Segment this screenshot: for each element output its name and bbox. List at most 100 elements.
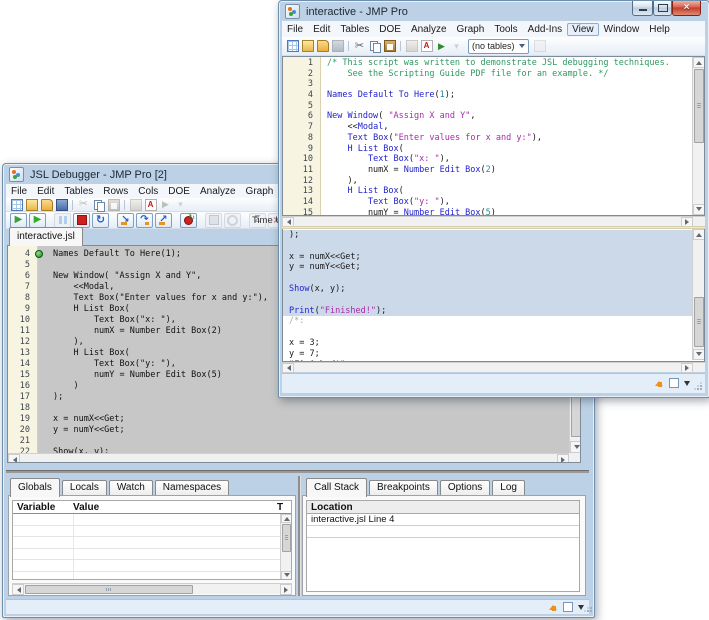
code-line: 4Names Default To Here(1);: [283, 90, 692, 101]
new-data-table-icon[interactable]: [287, 40, 299, 52]
chevron-down-icon: [519, 44, 525, 51]
status-dropdown-icon[interactable]: [684, 381, 690, 389]
line-number: 11: [283, 165, 320, 176]
scroll-to-top-icon[interactable]: [654, 377, 665, 388]
code-line: 1/* This script was written to demonstra…: [283, 58, 692, 69]
pdf-icon[interactable]: [421, 40, 433, 52]
log-line: [283, 273, 692, 284]
line-number: 13: [283, 186, 320, 197]
code-line: 9 H List Box(: [283, 144, 692, 155]
menu-window[interactable]: Window: [599, 23, 645, 36]
code-line: 6New Window( "Assign X and Y",: [283, 111, 692, 122]
log-line: );: [283, 230, 692, 241]
menu-help[interactable]: Help: [644, 23, 675, 36]
editor-hscrollbar[interactable]: [282, 216, 705, 226]
line-number: 1: [283, 58, 320, 69]
menu-tools[interactable]: Tools: [489, 23, 522, 36]
line-number: 9: [283, 144, 320, 155]
code-line: 13 H List Box(: [283, 186, 692, 197]
log-line: [283, 295, 692, 306]
line-number: 2: [283, 69, 320, 80]
copy-icon[interactable]: [369, 40, 381, 52]
window-controls: ×: [632, 1, 701, 16]
line-number: 10: [283, 154, 320, 165]
minimize-button[interactable]: [632, 1, 653, 16]
menu-file[interactable]: File: [282, 23, 308, 36]
paste-icon[interactable]: [384, 40, 396, 52]
menu-graph[interactable]: Graph: [452, 23, 490, 36]
tables-dropdown[interactable]: (no tables): [468, 39, 529, 54]
scroll-up-button[interactable]: [693, 229, 705, 240]
scroll-left-button[interactable]: [282, 363, 294, 373]
log-line: x = 3;: [283, 338, 692, 349]
save-icon[interactable]: [332, 40, 344, 52]
maximize-button[interactable]: [653, 1, 672, 16]
toolbar-separator: [400, 41, 401, 51]
menu-analyze[interactable]: Analyze: [406, 23, 452, 36]
code-line: 15 numY = Number Edit Box(5): [283, 208, 692, 216]
log-hscrollbar[interactable]: [282, 362, 705, 372]
log-line: Print("Finished!");: [283, 306, 692, 317]
menu-doe[interactable]: DOE: [374, 23, 406, 36]
log-line: y = 7;: [283, 349, 692, 360]
scroll-up-button[interactable]: [693, 57, 705, 68]
main-titlebar[interactable]: interactive - JMP Pro: [285, 4, 408, 19]
toolbar-separator: [348, 41, 349, 51]
menu-add-ins[interactable]: Add-Ins: [523, 23, 567, 36]
open-icon[interactable]: [317, 40, 329, 52]
cut-icon[interactable]: [354, 40, 366, 52]
log-line: [283, 327, 692, 338]
main-menubar: FileEditTablesDOEAnalyzeGraphToolsAdd-In…: [282, 21, 705, 38]
menu-view[interactable]: View: [567, 23, 599, 36]
jmp-app-icon: [285, 4, 300, 19]
editor-code-lines: 1/* This script was written to demonstra…: [283, 58, 692, 216]
scroll-down-button[interactable]: [693, 204, 705, 215]
line-number: 5: [283, 101, 320, 112]
code-line: 7 <<Modal,: [283, 122, 692, 133]
log-lines: ); x = numX<<Get;y = numY<<Get; Show(x, y)…: [283, 230, 692, 362]
log-vscrollbar[interactable]: [692, 229, 704, 360]
code-line: 11 numX = Number Edit Box(2): [283, 165, 692, 176]
code-line: 3: [283, 79, 692, 90]
log-line: y = numY<<Get;: [283, 262, 692, 273]
minimize-icon: [639, 9, 647, 11]
menu-tables[interactable]: Tables: [335, 23, 374, 36]
main-toolbar: (no tables): [282, 37, 705, 56]
editor-vscrollbar[interactable]: [692, 57, 704, 215]
log-line: /*:: [283, 316, 692, 327]
desktop: JSL Debugger - JMP Pro [2] FileEditTable…: [0, 0, 709, 620]
menu-edit[interactable]: Edit: [308, 23, 335, 36]
maximize-icon: [658, 4, 668, 12]
line-number: 14: [283, 197, 320, 208]
scroll-thumb[interactable]: [694, 69, 704, 143]
line-number: 15: [283, 208, 320, 216]
scroll-down-button[interactable]: [693, 349, 705, 360]
window-list-icon[interactable]: [534, 40, 546, 52]
script-editor-pane[interactable]: 1/* This script was written to demonstra…: [282, 56, 705, 216]
toolbar-chevron-icon[interactable]: [451, 40, 463, 52]
log-line: x = numX<<Get;: [283, 252, 692, 263]
line-number: 3: [283, 79, 320, 90]
line-number: 4: [283, 90, 320, 101]
code-line: 8 Text Box("Enter values for x and y:"),: [283, 133, 692, 144]
log-line: [283, 241, 692, 252]
line-number: 7: [283, 122, 320, 133]
status-checkbox[interactable]: [669, 378, 679, 388]
main-window-title: interactive - JMP Pro: [306, 6, 408, 18]
log-line: Show(x, y);: [283, 284, 692, 295]
close-icon: ×: [684, 3, 690, 13]
run-script-icon[interactable]: [436, 40, 448, 52]
code-line: 5: [283, 101, 692, 112]
new-journal-icon[interactable]: [302, 40, 314, 52]
resize-grip[interactable]: [694, 382, 702, 390]
code-line: 14 Text Box("y: "),: [283, 197, 692, 208]
main-statusbar: [282, 373, 705, 393]
scroll-thumb[interactable]: [694, 297, 704, 347]
log-pane[interactable]: ); x = numX<<Get;y = numY<<Get; Show(x, y)…: [282, 229, 705, 362]
print-icon[interactable]: [406, 40, 418, 52]
scroll-right-button[interactable]: [681, 363, 693, 373]
close-button[interactable]: ×: [672, 1, 701, 16]
line-number: 8: [283, 133, 320, 144]
tables-dropdown-value: (no tables): [472, 41, 515, 51]
line-number: 6: [283, 111, 320, 122]
